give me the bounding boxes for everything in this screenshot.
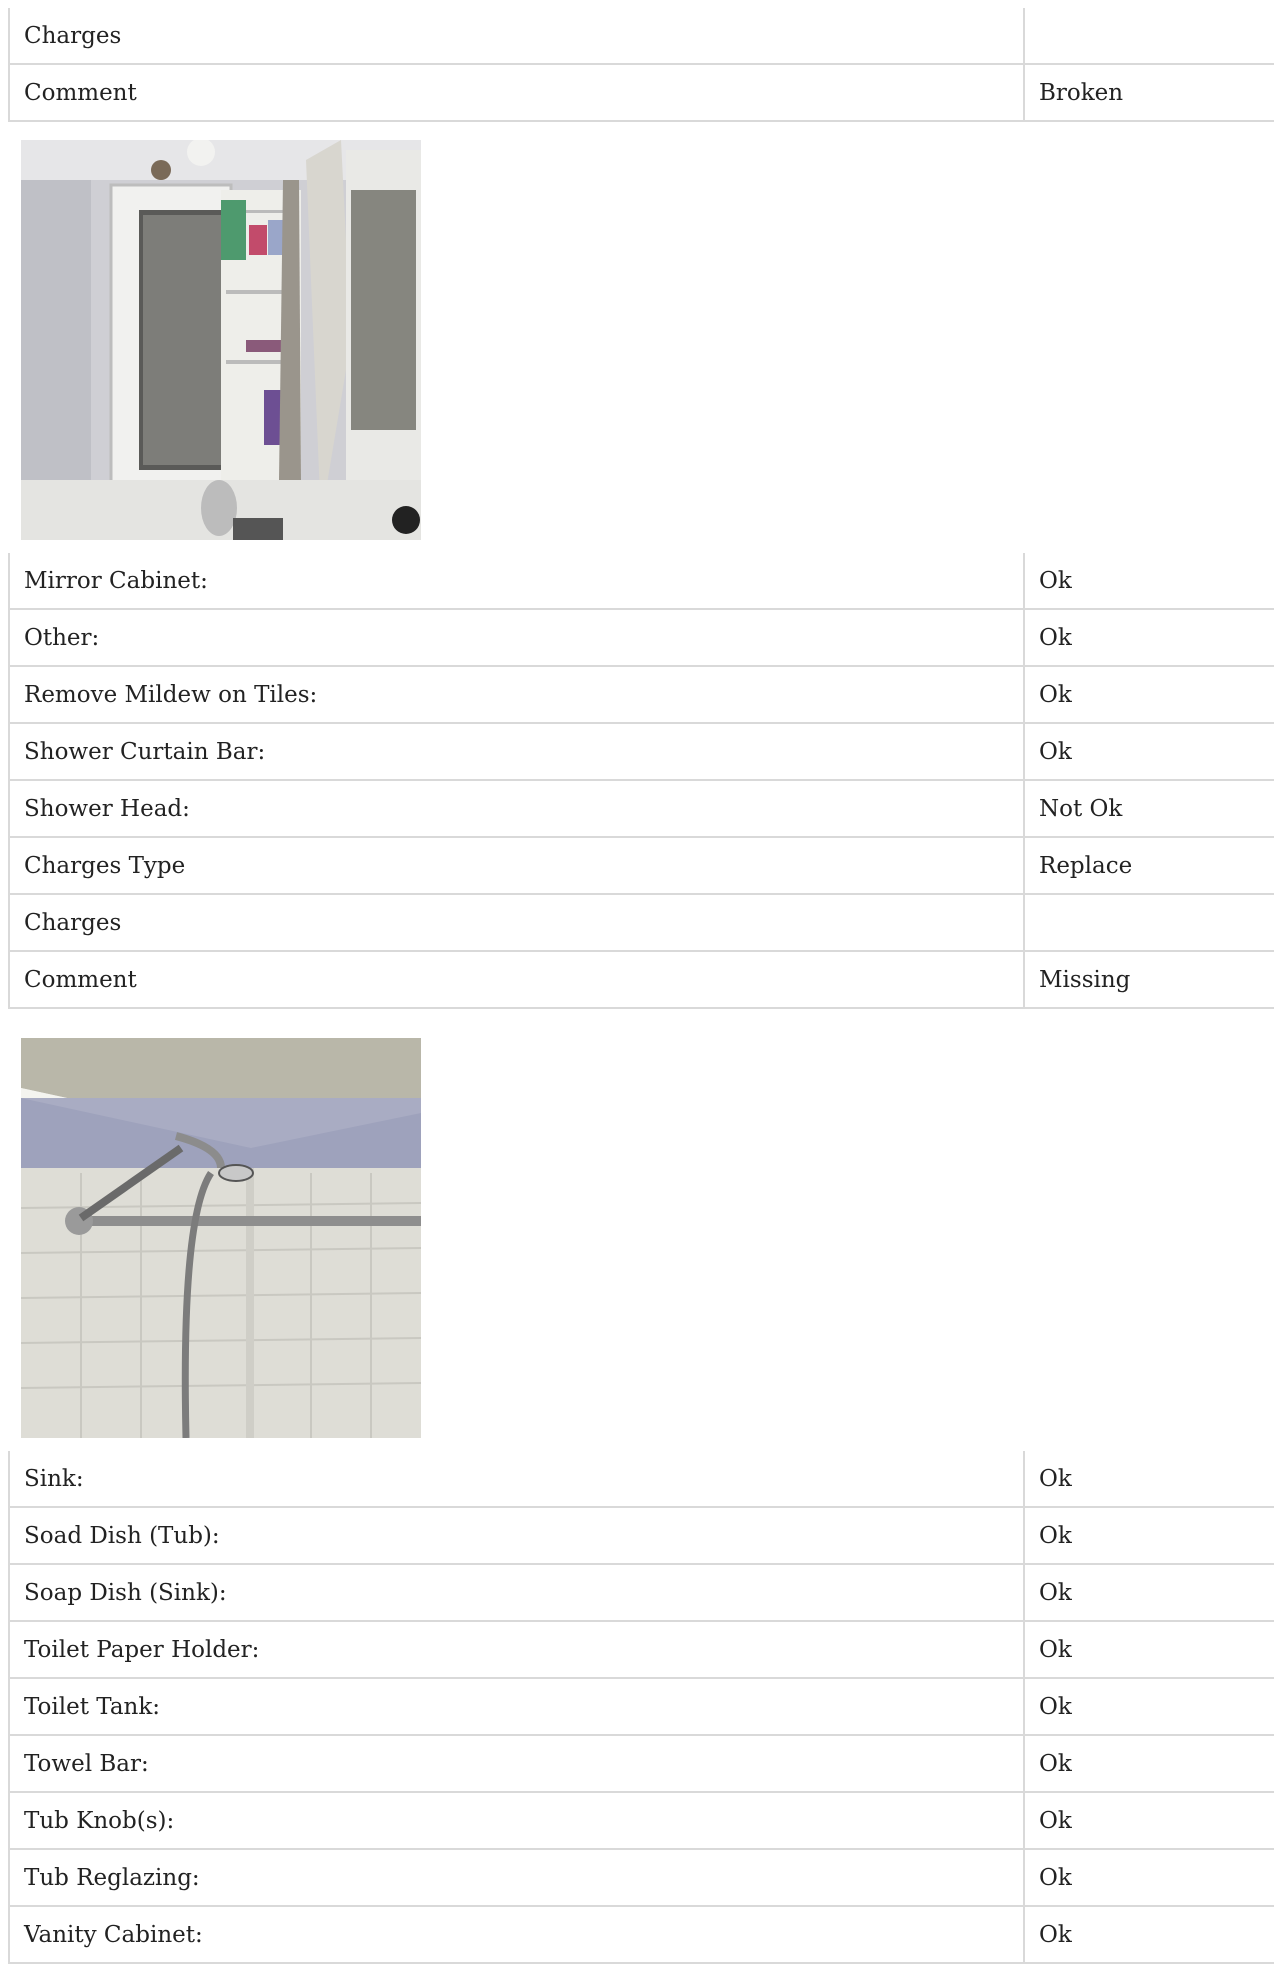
row-label: Charges	[8, 893, 1025, 952]
row-label: Remove Mildew on Tiles:	[8, 665, 1025, 724]
table-row: Shower Head: Not Ok	[8, 779, 1274, 838]
row-value: Ok	[1023, 1905, 1274, 1964]
table-row: Comment Broken	[8, 63, 1274, 122]
table-row: Soad Dish (Tub): Ok	[8, 1506, 1274, 1565]
table-row: Soap Dish (Sink): Ok	[8, 1563, 1274, 1622]
row-value: Ok	[1023, 1734, 1274, 1793]
row-value: Ok	[1023, 553, 1274, 610]
row-value: Ok	[1023, 608, 1274, 667]
row-label: Tub Reglazing:	[8, 1848, 1025, 1907]
row-value: Ok	[1023, 1677, 1274, 1736]
row-label: Soap Dish (Sink):	[8, 1563, 1025, 1622]
table-row: Toilet Paper Holder: Ok	[8, 1620, 1274, 1679]
row-label: Vanity Cabinet:	[8, 1905, 1025, 1964]
row-value: Ok	[1023, 1791, 1274, 1850]
mirror-cabinet-photo[interactable]	[21, 140, 421, 540]
row-label: Comment	[8, 950, 1025, 1009]
table-row: Charges	[8, 893, 1274, 952]
table-row: Toilet Tank: Ok	[8, 1677, 1274, 1736]
row-label: Charges	[8, 8, 1025, 65]
row-label: Other:	[8, 608, 1025, 667]
table-row: Towel Bar: Ok	[8, 1734, 1274, 1793]
inspection-table-a: Charges Comment Broken	[8, 8, 1274, 122]
row-value: Ok	[1023, 1848, 1274, 1907]
row-value: Ok	[1023, 665, 1274, 724]
row-value	[1023, 8, 1274, 65]
table-row: Mirror Cabinet: Ok	[8, 553, 1274, 610]
row-value: Missing	[1023, 950, 1274, 1009]
table-row: Tub Knob(s): Ok	[8, 1791, 1274, 1850]
row-value: Broken	[1023, 63, 1274, 122]
row-label: Shower Head:	[8, 779, 1025, 838]
row-label: Toilet Tank:	[8, 1677, 1025, 1736]
row-label: Soad Dish (Tub):	[8, 1506, 1025, 1565]
shower-head-photo[interactable]	[21, 1038, 421, 1438]
row-value	[1023, 893, 1274, 952]
row-value: Ok	[1023, 722, 1274, 781]
inspection-table-b: Mirror Cabinet: Ok Other: Ok Remove Mild…	[8, 553, 1274, 1009]
table-row: Charges Type Replace	[8, 836, 1274, 895]
row-label: Comment	[8, 63, 1025, 122]
row-value: Replace	[1023, 836, 1274, 895]
row-label: Tub Knob(s):	[8, 1791, 1025, 1850]
table-row: Vanity Cabinet: Ok	[8, 1905, 1274, 1964]
row-label: Shower Curtain Bar:	[8, 722, 1025, 781]
table-row: Comment Missing	[8, 950, 1274, 1009]
row-label: Sink:	[8, 1451, 1025, 1508]
row-value: Not Ok	[1023, 779, 1274, 838]
row-label: Toilet Paper Holder:	[8, 1620, 1025, 1679]
table-row: Tub Reglazing: Ok	[8, 1848, 1274, 1907]
row-label: Mirror Cabinet:	[8, 553, 1025, 610]
table-row: Remove Mildew on Tiles: Ok	[8, 665, 1274, 724]
inspection-table-c: Sink: Ok Soad Dish (Tub): Ok Soap Dish (…	[8, 1451, 1274, 1964]
row-value: Ok	[1023, 1620, 1274, 1679]
table-row: Sink: Ok	[8, 1451, 1274, 1508]
table-row: Other: Ok	[8, 608, 1274, 667]
table-row: Shower Curtain Bar: Ok	[8, 722, 1274, 781]
row-value: Ok	[1023, 1451, 1274, 1508]
table-row: Charges	[8, 8, 1274, 65]
row-value: Ok	[1023, 1506, 1274, 1565]
row-label: Towel Bar:	[8, 1734, 1025, 1793]
row-value: Ok	[1023, 1563, 1274, 1622]
row-label: Charges Type	[8, 836, 1025, 895]
